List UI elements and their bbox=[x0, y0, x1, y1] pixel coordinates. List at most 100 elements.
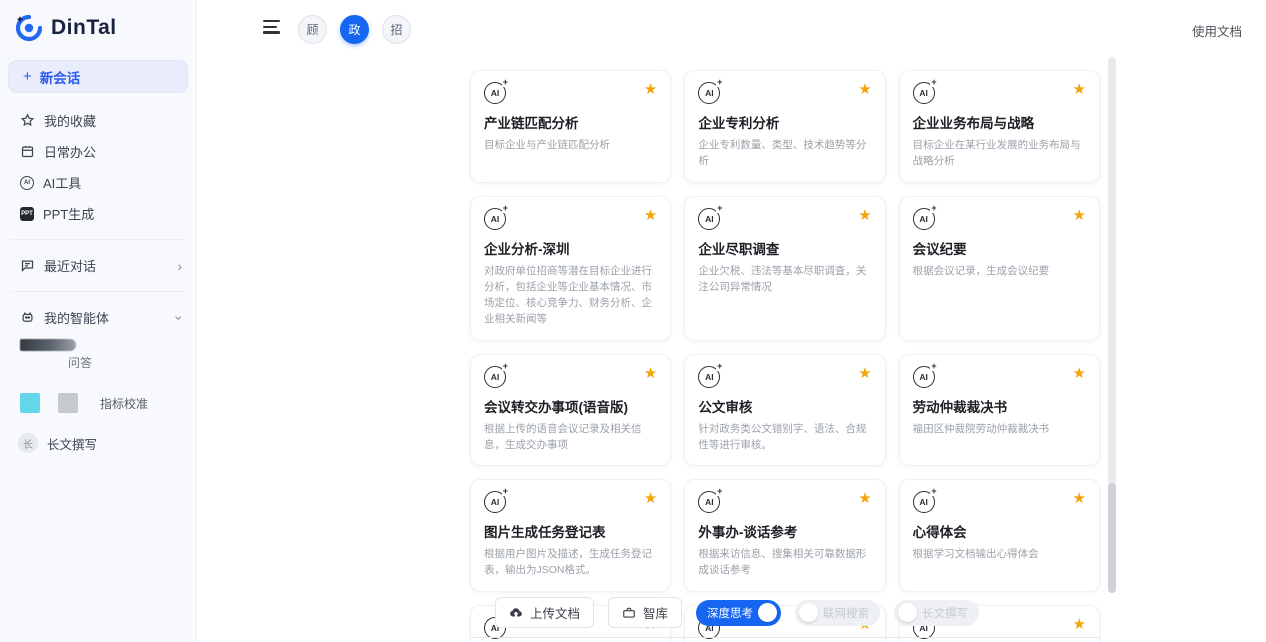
agent-item-label: 指标校准 bbox=[100, 395, 148, 412]
agent-card-title: 外事办-谈话参考 bbox=[698, 521, 871, 541]
agent-card-title: 企业业务布局与战略 bbox=[913, 112, 1086, 132]
main-area: 顾 政 招 使用文档 AI+ ★ 产业链匹配分析 目标企业与产业链匹配分析 bbox=[197, 0, 1266, 642]
agent-card[interactable]: AI+ ★ 产业链匹配分析 目标企业与产业链匹配分析 bbox=[470, 70, 671, 183]
agent-card-description: 根据会议记录，生成会议纪要 bbox=[913, 263, 1086, 279]
workspace-avatar-zhao[interactable]: 招 bbox=[382, 15, 411, 44]
ai-agent-icon: AI+ bbox=[484, 82, 506, 104]
agent-card[interactable]: AI+ ★ 企业分析-深圳 对政府单位招商等潜在目标企业进行分析，包括企业等企业… bbox=[470, 196, 671, 341]
favorite-star-icon[interactable]: ★ bbox=[858, 366, 871, 381]
agent-card-description: 目标企业与产业链匹配分析 bbox=[484, 137, 657, 153]
divider bbox=[10, 291, 186, 292]
robot-icon bbox=[20, 310, 35, 325]
favorite-star-icon[interactable]: ★ bbox=[858, 82, 871, 97]
agent-card-description: 企业欠税、违法等基本尽职调查，关注公司异常情况 bbox=[698, 263, 871, 296]
ai-agent-icon: AI+ bbox=[913, 208, 935, 230]
my-agents-header[interactable]: 我的智能体 › bbox=[0, 302, 196, 333]
agent-avatar: 长 bbox=[18, 433, 38, 453]
knowledge-base-button[interactable]: 智库 bbox=[608, 597, 682, 628]
web-search-toggle[interactable]: 联网搜索 bbox=[795, 600, 880, 626]
star-badge-icon bbox=[20, 113, 35, 128]
favorite-star-icon[interactable]: ★ bbox=[858, 208, 871, 223]
agent-card[interactable]: AI+ ★ 劳动仲裁裁决书 福田区仲裁院劳动仲裁裁决书 bbox=[899, 354, 1100, 467]
agent-card[interactable]: AI+ ★ 心得体会 根据学习文档输出心得体会 bbox=[899, 479, 1100, 592]
deep-thinking-toggle[interactable]: 深度思考 bbox=[696, 600, 781, 626]
agent-card[interactable]: AI+ ★ 企业尽职调查 企业欠税、违法等基本尽职调查，关注公司异常情况 bbox=[684, 196, 885, 341]
ai-agent-icon: AI+ bbox=[484, 208, 506, 230]
agent-card[interactable]: AI+ ★ 企业业务布局与战略 目标企业在某行业发展的业务布局与战略分析 bbox=[899, 70, 1100, 183]
workspace-avatar-gu[interactable]: 顾 bbox=[298, 15, 327, 44]
agent-card-description: 企业专利数量、类型、技术趋势等分析 bbox=[698, 137, 871, 170]
favorite-star-icon[interactable]: ★ bbox=[644, 491, 657, 506]
long-writing-toggle[interactable]: 长文撰写 bbox=[894, 600, 979, 626]
favorite-star-icon[interactable]: ★ bbox=[1073, 491, 1086, 506]
toggle-knob bbox=[758, 603, 777, 622]
favorite-star-icon[interactable]: ★ bbox=[644, 208, 657, 223]
favorite-star-icon[interactable]: ★ bbox=[644, 366, 657, 381]
cyan-square-avatar bbox=[20, 393, 40, 413]
agent-card-description: 根据学习文档输出心得体会 bbox=[913, 546, 1086, 562]
favorite-star-icon[interactable]: ★ bbox=[1073, 366, 1086, 381]
sidebar-item-ppt[interactable]: PPT PPT生成 bbox=[0, 198, 196, 229]
workspace-avatars: 顾 政 招 bbox=[298, 15, 411, 44]
chat-input-top-edge[interactable] bbox=[470, 637, 1100, 638]
agent-card-title: 产业链匹配分析 bbox=[484, 112, 657, 132]
usage-docs-link[interactable]: 使用文档 bbox=[1192, 21, 1242, 40]
vertical-scrollbar[interactable] bbox=[1108, 57, 1116, 593]
app-window: DinTal + 新会话 我的收藏 日常办公 AI AI工具 PPT PPT生成 bbox=[0, 0, 1266, 642]
knowledge-base-label: 智库 bbox=[643, 603, 668, 622]
logo: DinTal bbox=[0, 0, 196, 43]
ai-agent-icon: AI+ bbox=[913, 82, 935, 104]
agent-card-title: 会议纪要 bbox=[913, 238, 1086, 258]
new-chat-button[interactable]: + 新会话 bbox=[8, 60, 188, 93]
agent-card-title: 企业尽职调查 bbox=[698, 238, 871, 258]
agent-card[interactable]: AI+ ★ 外事办-谈话参考 根据来访信息、搜集相关可靠数据形成谈话参考 bbox=[684, 479, 885, 592]
sidebar-item-label: AI工具 bbox=[43, 173, 81, 192]
agent-card[interactable]: AI+ ★ 会议纪要 根据会议记录，生成会议纪要 bbox=[899, 196, 1100, 341]
menu-icon[interactable] bbox=[263, 20, 280, 37]
favorite-star-icon[interactable]: ★ bbox=[1073, 617, 1086, 632]
favorite-star-icon[interactable]: ★ bbox=[644, 82, 657, 97]
favorite-star-icon[interactable]: ★ bbox=[858, 491, 871, 506]
agent-card[interactable]: AI+ ★ 公文审核 针对政务类公文错别字、语法、合规性等进行审核。 bbox=[684, 354, 885, 467]
agent-item-calibration[interactable]: 指标校准 bbox=[20, 393, 196, 413]
agent-card-title: 图片生成任务登记表 bbox=[484, 521, 657, 541]
topbar: 顾 政 招 使用文档 bbox=[197, 0, 1266, 55]
sidebar-item-label: 我的收藏 bbox=[44, 111, 96, 130]
agent-card[interactable]: AI+ ★ 企业专利分析 企业专利数量、类型、技术趋势等分析 bbox=[684, 70, 885, 183]
agent-card-title: 心得体会 bbox=[913, 521, 1086, 541]
agent-card[interactable]: AI+ ★ 会议转交办事项(语音版) 根据上传的语音会议记录及相关信息，生成交办… bbox=[470, 354, 671, 467]
agent-card-title: 企业分析-深圳 bbox=[484, 238, 657, 258]
ai-agent-icon: AI+ bbox=[698, 491, 720, 513]
agent-card-title: 公文审核 bbox=[698, 396, 871, 416]
agent-item-redacted[interactable]: 问答 bbox=[0, 339, 196, 371]
ai-circle-icon: AI bbox=[20, 176, 34, 190]
agent-card-description: 福田区仲裁院劳动仲裁裁决书 bbox=[913, 421, 1086, 437]
ai-agent-icon: AI+ bbox=[484, 366, 506, 388]
agent-card-description: 根据来访信息、搜集相关可靠数据形成谈话参考 bbox=[698, 546, 871, 579]
agent-list: 问答 指标校准 长 长文撰写 bbox=[0, 339, 196, 453]
upload-document-button[interactable]: 上传文档 bbox=[495, 597, 594, 628]
scrollbar-thumb[interactable] bbox=[1108, 483, 1116, 593]
sidebar-item-ai-tools[interactable]: AI AI工具 bbox=[0, 167, 196, 198]
ai-agent-icon: AI+ bbox=[698, 366, 720, 388]
agent-card[interactable]: AI+ ★ 图片生成任务登记表 根据用户图片及描述，生成任务登记表，输出为JSO… bbox=[470, 479, 671, 592]
new-chat-label: 新会话 bbox=[40, 67, 81, 87]
agent-card-description: 针对政务类公文错别字、语法、合规性等进行审核。 bbox=[698, 421, 871, 454]
dintal-logo-icon bbox=[14, 13, 44, 43]
sidebar-item-recent-chats[interactable]: 最近对话 › bbox=[0, 250, 196, 281]
agent-item-long-writing[interactable]: 长 长文撰写 bbox=[18, 433, 196, 453]
workspace-avatar-zheng-active[interactable]: 政 bbox=[340, 15, 369, 44]
agent-card-grid: AI+ ★ 产业链匹配分析 目标企业与产业链匹配分析 AI+ ★ 企业专利分析 … bbox=[470, 70, 1100, 642]
favorite-star-icon[interactable]: ★ bbox=[1073, 82, 1086, 97]
long-writing-label: 长文撰写 bbox=[922, 605, 968, 621]
sidebar-nav: 我的收藏 日常办公 AI AI工具 PPT PPT生成 bbox=[0, 105, 196, 229]
sidebar-item-daily-office[interactable]: 日常办公 bbox=[0, 136, 196, 167]
divider bbox=[10, 239, 186, 240]
toggle-knob bbox=[898, 603, 917, 622]
redacted-avatar bbox=[20, 339, 76, 351]
sidebar-item-favorites[interactable]: 我的收藏 bbox=[0, 105, 196, 136]
agent-card-description: 根据用户图片及描述，生成任务登记表，输出为JSON格式。 bbox=[484, 546, 657, 579]
agent-card-description: 对政府单位招商等潜在目标企业进行分析，包括企业等企业基本情况、市场定位、核心竞争… bbox=[484, 263, 657, 328]
favorite-star-icon[interactable]: ★ bbox=[1073, 208, 1086, 223]
briefcase-icon bbox=[622, 606, 636, 620]
